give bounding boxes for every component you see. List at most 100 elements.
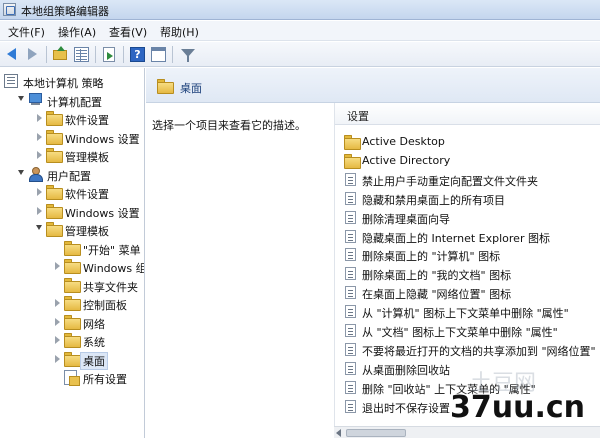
list-setting-item[interactable]: 隐藏和禁用桌面上的所有项目 [335,189,600,208]
folder-icon [46,111,63,126]
column-header[interactable]: 设置 [335,103,600,125]
tree-item-label: 用户配置 [47,169,91,183]
policy-setting-icon [345,267,356,281]
tree-item[interactable]: 桌面 [0,350,144,370]
tree-item[interactable]: Windows 组件 [0,257,144,276]
folder-icon [344,153,361,169]
forward-arrow-icon[interactable] [24,46,41,63]
menu-action[interactable]: 操作(A) [58,24,96,40]
expand-arrow-icon[interactable] [37,206,42,215]
folder-icon [46,222,63,237]
user-icon [28,166,43,182]
column-header-setting[interactable]: 设置 [347,108,369,124]
policy-setting-icon [345,248,356,262]
tree-item[interactable]: 管理模板 [0,146,144,165]
back-arrow-icon[interactable] [4,46,21,63]
expand-arrow-icon[interactable] [37,188,42,196]
tree-item[interactable]: 系统 [0,331,144,350]
expand-arrow-icon[interactable] [55,262,60,270]
list-setting-item[interactable]: 从 "文档" 图标上下文菜单中删除 "属性" [335,321,600,340]
list-setting-item[interactable]: 不要将最近打开的文档的共享添加到 "网络位置" [335,340,600,359]
toolbar-separator [95,46,96,63]
menu-bar: 文件(F) 操作(A) 查看(V) 帮助(H) [0,21,600,41]
tree-item[interactable]: 软件设置 [0,109,144,128]
properties-window-icon[interactable] [150,46,167,63]
description-text: 选择一个项目来查看它的描述。 [152,119,306,132]
toolbar-separator [46,46,47,63]
folder-icon [64,314,81,330]
expand-arrow-icon[interactable] [37,132,42,141]
menu-help[interactable]: 帮助(H) [160,24,199,40]
list-item-label: 从桌面删除回收站 [362,363,450,377]
tree-item-label: 计算机配置 [47,95,102,109]
tree-item-label: Windows 设置 [65,132,140,146]
horizontal-scrollbar[interactable] [334,426,600,438]
list-item-label: 隐藏和禁用桌面上的所有项目 [362,193,505,207]
scroll-thumb[interactable] [346,429,406,437]
expand-arrow-icon[interactable] [55,336,60,344]
tree-item-label: 网络 [83,317,105,331]
collapse-arrow-icon[interactable] [18,169,24,175]
filter-icon[interactable] [179,46,196,63]
tree-item[interactable]: 控制面板 [0,294,144,313]
list-item-label: 在桌面上隐藏 "网络位置" 图标 [362,288,512,302]
watermark: 37uu.cn [450,390,585,425]
tree-item[interactable]: 所有设置 [0,368,144,387]
export-list-icon[interactable] [101,46,118,63]
list-item-label: Active Directory [362,153,451,167]
tree-item[interactable]: 软件设置 [0,183,144,202]
list-folder-item[interactable]: Active Directory [335,151,600,170]
list-setting-item[interactable]: 从 "计算机" 图标上下文菜单中删除 "属性" [335,302,600,321]
tree-item[interactable]: 本地计算机 策略 [0,72,144,91]
list-setting-item[interactable]: 禁止用户手动重定向配置文件文件夹 [335,170,600,189]
tree-pane[interactable]: 本地计算机 策略 计算机配置 软件设置 Windows 设置 管理模板 用户配置 软件设置 W… [0,68,145,438]
list-setting-item[interactable]: 删除桌面上的 "我的文档" 图标 [335,264,600,283]
up-folder-icon[interactable] [52,46,69,63]
list-folder-item[interactable]: Active Desktop [335,132,600,151]
tree-item[interactable]: 计算机配置 [0,91,144,110]
help-icon[interactable]: ? [129,46,146,63]
expand-arrow-icon[interactable] [55,317,60,326]
tree-item[interactable]: 网络 [0,313,144,332]
folder-icon [46,185,63,200]
list-setting-item[interactable]: 在桌面上隐藏 "网络位置" 图标 [335,283,600,302]
policy-setting-icon [345,361,356,375]
list-item-label: 删除桌面上的 "计算机" 图标 [362,250,501,264]
policy-setting-icon [345,342,356,356]
collapse-arrow-icon[interactable] [18,95,24,101]
list-setting-item[interactable]: 删除桌面上的 "计算机" 图标 [335,245,600,264]
list-setting-item[interactable]: 删除清理桌面向导 [335,208,600,227]
computer-icon [28,92,43,106]
policy-setting-icon [345,210,356,224]
tree-item[interactable]: 管理模板 [0,220,144,239]
expand-arrow-icon[interactable] [37,151,42,159]
tree-item[interactable]: 用户配置 [0,165,144,184]
tree-item[interactable]: Windows 设置 [0,128,144,147]
tree-item-label: Windows 组件 [83,262,144,275]
scroll-left-icon[interactable] [336,429,341,437]
list-setting-item[interactable]: 从桌面删除回收站 [335,359,600,378]
menu-file[interactable]: 文件(F) [8,24,45,40]
collapse-arrow-icon[interactable] [36,225,42,230]
tree-item-label: 本地计算机 策略 [23,77,104,90]
tree-item-label: 所有设置 [83,373,127,386]
tree-item[interactable]: 共享文件夹 [0,276,144,295]
expand-arrow-icon[interactable] [55,299,60,307]
expand-arrow-icon[interactable] [55,354,60,363]
list-item-label: 隐藏桌面上的 Internet Explorer 图标 [362,231,550,245]
tree-item[interactable]: "开始" 菜单 [0,239,144,258]
app-icon [3,3,16,16]
menu-view[interactable]: 查看(V) [109,24,147,40]
tree-item-label: Windows 设置 [65,206,140,220]
list-setting-item[interactable]: 隐藏桌面上的 Internet Explorer 图标 [335,227,600,246]
folder-icon [46,129,63,145]
policy-setting-icon [345,286,356,300]
tree-item[interactable]: Windows 设置 [0,202,144,221]
window-title: 本地组策略编辑器 [21,5,109,18]
show-hide-tree-icon[interactable] [73,46,90,63]
details-title: 桌面 [180,82,202,95]
toolbar-separator [172,46,173,63]
expand-arrow-icon[interactable] [37,114,42,122]
policy-setting-icon [345,172,356,186]
tree-item-label: 共享文件夹 [83,280,138,294]
